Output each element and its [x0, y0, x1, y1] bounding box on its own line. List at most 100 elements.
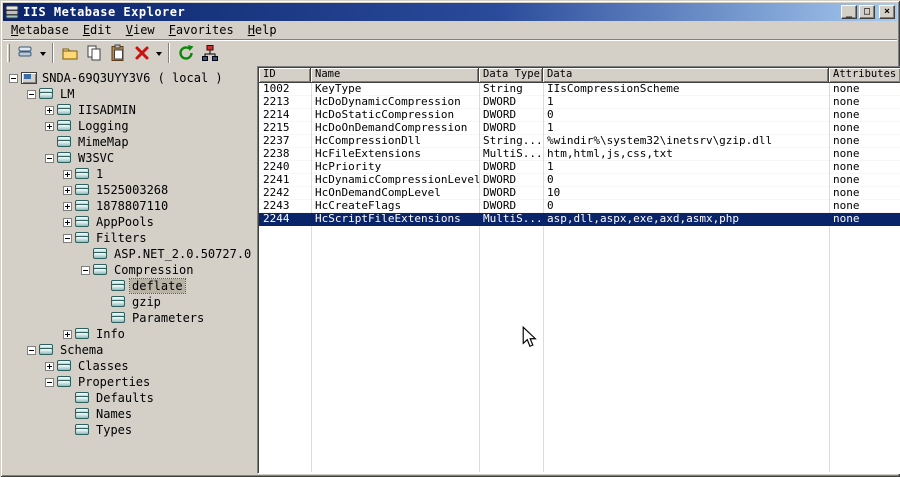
table-row[interactable]: 2237 HcCompressionDll String... %windir%… — [259, 135, 900, 148]
tree-node-icon — [57, 104, 72, 116]
new-key-dropdown[interactable] — [38, 42, 48, 64]
tree-item[interactable]: Schema — [3, 342, 257, 358]
column-header-attributes[interactable]: Attributes — [829, 68, 900, 83]
cell-attributes: none — [833, 83, 860, 95]
table-row[interactable]: 2243 HcCreateFlags DWORD 0 none — [259, 200, 900, 213]
refresh-button[interactable] — [174, 42, 198, 64]
tree-item[interactable]: Classes — [3, 358, 257, 374]
tree-item[interactable]: 1878807110 — [3, 198, 257, 214]
tree-item[interactable]: Compression — [3, 262, 257, 278]
delete-dropdown[interactable] — [154, 42, 164, 64]
tree-item[interactable]: IISADMIN — [3, 102, 257, 118]
open-button[interactable] — [58, 42, 82, 64]
paste-button[interactable] — [106, 42, 130, 64]
tree-item[interactable]: gzip — [3, 294, 257, 310]
app-icon[interactable] — [5, 5, 20, 19]
column-header-id[interactable]: ID — [259, 68, 311, 83]
maximize-button[interactable]: □ — [859, 5, 875, 19]
close-icon: × — [883, 6, 891, 17]
tree-node-icon — [75, 168, 90, 180]
tree-item[interactable]: Properties — [3, 374, 257, 390]
network-button[interactable] — [198, 42, 222, 64]
cell-attributes: none — [833, 200, 860, 212]
column-header-data-type[interactable]: Data Type — [479, 68, 543, 83]
cell-id: 2238 — [263, 148, 290, 160]
tree-item[interactable]: W3SVC — [3, 150, 257, 166]
menu-bar: Metabase Edit View Favorites Help — [3, 21, 897, 39]
paste-icon — [111, 44, 124, 61]
table-row[interactable]: 2215 HcDoOnDemandCompression DWORD 1 non… — [259, 122, 900, 135]
tree-expander-icon[interactable] — [45, 361, 54, 371]
tree-item[interactable]: Types — [3, 422, 257, 438]
tree-expander-icon[interactable] — [63, 185, 72, 195]
new-key-button[interactable] — [14, 42, 38, 64]
tree-item[interactable]: Info — [3, 326, 257, 342]
tree-expander-icon[interactable] — [45, 105, 54, 115]
cell-data: 0 — [547, 174, 554, 186]
tree-expander-icon[interactable] — [9, 73, 18, 83]
tree-item[interactable]: 1525003268 — [3, 182, 257, 198]
column-header-name[interactable]: Name — [311, 68, 479, 83]
tree-expander-icon[interactable] — [63, 217, 72, 227]
tree-expander-icon[interactable] — [27, 345, 36, 355]
cell-data-type: DWORD — [483, 187, 517, 199]
cell-name: HcDynamicCompressionLevel — [315, 174, 479, 186]
table-row[interactable]: 2244 HcScriptFileExtensions MultiS... as… — [259, 213, 900, 226]
tree-item[interactable]: Filters — [3, 230, 257, 246]
tree-node-icon — [21, 72, 37, 84]
toolbar-gripper[interactable] — [7, 44, 10, 62]
tree-expander-icon[interactable] — [45, 121, 54, 131]
table-row[interactable]: 1002 KeyType String IIsCompressionScheme… — [259, 83, 900, 96]
cell-name: HcDoDynamicCompression — [315, 96, 461, 108]
tree-expander-icon[interactable] — [63, 169, 72, 179]
tree-item[interactable]: Defaults — [3, 390, 257, 406]
menu-edit[interactable]: Edit — [76, 22, 119, 38]
tree-item[interactable]: Logging — [3, 118, 257, 134]
table-row[interactable]: 2241 HcDynamicCompressionLevel DWORD 0 n… — [259, 174, 900, 187]
tree-item[interactable]: LM — [3, 86, 257, 102]
property-list: ID Name Data Type Data Attributes 1002 K… — [257, 66, 900, 474]
column-header-data[interactable]: Data — [543, 68, 829, 83]
table-row[interactable]: 2213 HcDoDynamicCompression DWORD 1 none — [259, 96, 900, 109]
toolbar-separator — [168, 43, 170, 63]
tree-expander-icon[interactable] — [63, 329, 72, 339]
tree-expander-icon[interactable] — [45, 377, 54, 387]
window-controls: _ □ × — [841, 5, 895, 19]
new-key-icon — [18, 46, 32, 57]
tree-node-icon — [75, 392, 90, 404]
tree-item[interactable]: Parameters — [3, 310, 257, 326]
minimize-button[interactable]: _ — [841, 5, 857, 19]
tree-item[interactable]: Names — [3, 406, 257, 422]
close-button[interactable]: × — [879, 5, 895, 19]
table-row[interactable]: 2238 HcFileExtensions MultiS... htm,html… — [259, 148, 900, 161]
menu-favorites[interactable]: Favorites — [162, 22, 241, 38]
cell-name: HcScriptFileExtensions — [315, 213, 461, 225]
cell-name: HcFileExtensions — [315, 148, 421, 160]
table-row[interactable]: 2214 HcDoStaticCompression DWORD 0 none — [259, 109, 900, 122]
tree-expander-icon[interactable] — [63, 233, 72, 243]
menu-metabase[interactable]: Metabase — [4, 22, 76, 38]
cell-id: 2215 — [263, 122, 290, 134]
copy-button[interactable] — [82, 42, 106, 64]
menu-view[interactable]: View — [119, 22, 162, 38]
table-row[interactable]: 2240 HcPriority DWORD 1 none — [259, 161, 900, 174]
cell-data-type: DWORD — [483, 161, 517, 173]
tree-item[interactable]: SNDA-69Q3UYY3V6 ( local ) — [3, 70, 257, 86]
tree-item[interactable]: 1 — [3, 166, 257, 182]
tree-item-label: gzip — [132, 295, 161, 309]
tree-item[interactable]: MimeMap — [3, 134, 257, 150]
tree-expander-icon[interactable] — [27, 89, 36, 99]
metabase-tree: SNDA-69Q3UYY3V6 ( local ) LM IISADMIN Lo… — [3, 66, 257, 474]
tree-item[interactable]: deflate — [3, 278, 257, 294]
tree-expander-icon[interactable] — [63, 201, 72, 211]
menu-help[interactable]: Help — [241, 22, 284, 38]
cell-data: 0 — [547, 200, 554, 212]
tree-item[interactable]: AppPools — [3, 214, 257, 230]
tree-expander-icon[interactable] — [45, 153, 54, 163]
table-row[interactable]: 2242 HcOnDemandCompLevel DWORD 10 none — [259, 187, 900, 200]
delete-button[interactable] — [130, 42, 154, 64]
cell-attributes: none — [833, 213, 860, 225]
tree-item[interactable]: ASP.NET_2.0.50727.0 — [3, 246, 257, 262]
tree-expander-icon[interactable] — [81, 265, 90, 275]
cell-attributes: none — [833, 122, 860, 134]
